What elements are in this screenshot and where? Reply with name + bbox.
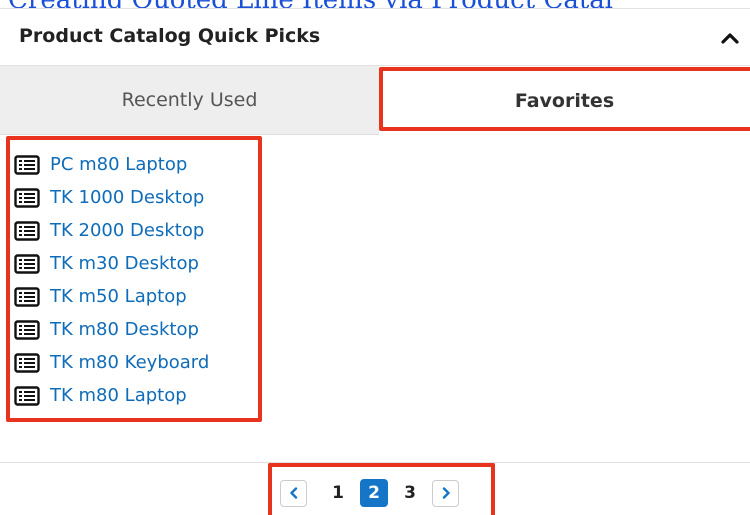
tab-bar: Recently Used Favorites [0,66,750,135]
pagination: 1 2 3 [280,478,459,508]
list-icon [14,220,40,241]
dashlet-title: Product Catalog Quick Picks [19,25,321,47]
list-icon [14,286,40,307]
product-link[interactable]: TK m80 Keyboard [50,352,209,373]
page-2-button[interactable]: 2 [360,479,388,507]
page-1-button[interactable]: 1 [324,479,352,507]
product-item[interactable]: TK 1000 Desktop [14,181,209,214]
product-link[interactable]: PC m80 Laptop [50,154,187,175]
product-item[interactable]: TK m50 Laptop [14,280,209,313]
product-item[interactable]: TK m80 Laptop [14,379,209,412]
list-icon [14,187,40,208]
product-link[interactable]: TK 2000 Desktop [50,220,204,241]
prev-page-button[interactable] [280,479,307,507]
product-item[interactable]: TK m80 Keyboard [14,346,209,379]
chevron-up-icon[interactable] [720,31,740,45]
list-icon [14,253,40,274]
list-icon [14,154,40,175]
dashlet-header: Product Catalog Quick Picks [0,8,750,66]
product-item[interactable]: TK m80 Desktop [14,313,209,346]
next-page-button[interactable] [432,479,459,507]
product-item[interactable]: TK 2000 Desktop [14,214,209,247]
chevron-right-icon [442,487,450,499]
page-3-button[interactable]: 3 [396,479,424,507]
product-link[interactable]: TK m30 Desktop [50,253,199,274]
list-icon [14,385,40,406]
product-link[interactable]: TK m50 Laptop [50,286,187,307]
tab-recently-used[interactable]: Recently Used [0,66,379,134]
chevron-left-icon [289,487,297,499]
product-link[interactable]: TK m80 Laptop [50,385,187,406]
tab-favorites[interactable]: Favorites [379,66,750,135]
product-item[interactable]: TK m30 Desktop [14,247,209,280]
product-list: PC m80 Laptop TK 1000 Desktop TK 2000 De… [14,148,209,412]
product-link[interactable]: TK 1000 Desktop [50,187,204,208]
list-icon [14,352,40,373]
list-icon [14,319,40,340]
footer-divider [0,462,750,463]
product-link[interactable]: TK m80 Desktop [50,319,199,340]
product-item[interactable]: PC m80 Laptop [14,148,209,181]
